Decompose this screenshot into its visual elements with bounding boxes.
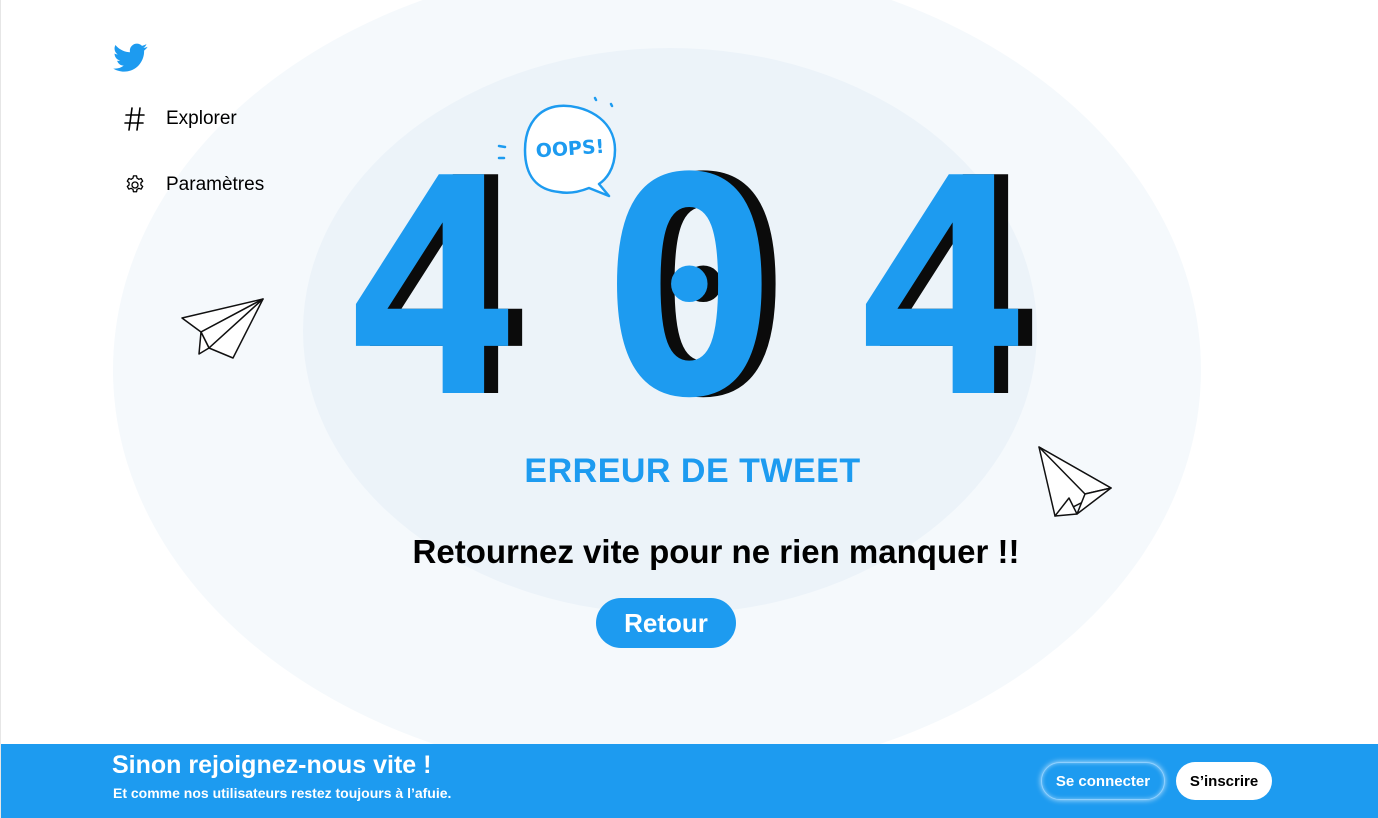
page: Explorer Paramètres 4 0 4 OOPS! ERREUR D… <box>0 0 1378 818</box>
nav-item-label: Paramètres <box>166 174 265 195</box>
error-tagline: Retournez vite pour ne rien manquer !! <box>412 533 1020 570</box>
nav-item-explorer[interactable]: Explorer <box>123 107 237 131</box>
banner-subtitle: Et comme nos utilisateurs restez toujour… <box>113 785 452 801</box>
error-code: 4 0 4 <box>331 115 1051 464</box>
signup-banner: Sinon rejoignez-nous vite ! Et comme nos… <box>1 744 1378 818</box>
hashtag-icon <box>123 107 147 131</box>
nav-item-parametres[interactable]: Paramètres <box>123 173 264 197</box>
back-button[interactable]: Retour <box>596 598 736 648</box>
twitter-bird-icon[interactable] <box>111 40 149 76</box>
signup-button[interactable]: S’inscrire <box>1176 762 1272 800</box>
error-digit: 4 <box>851 115 1032 464</box>
gear-icon <box>123 173 147 197</box>
paper-plane-icon <box>179 296 267 362</box>
banner-title: Sinon rejoignez-nous vite ! <box>112 751 432 779</box>
nav-item-label: Explorer <box>166 108 237 129</box>
error-digit: 0 <box>599 115 780 464</box>
error-title: ERREUR DE TWEET <box>524 452 861 490</box>
login-button[interactable]: Se connecter <box>1041 762 1165 800</box>
